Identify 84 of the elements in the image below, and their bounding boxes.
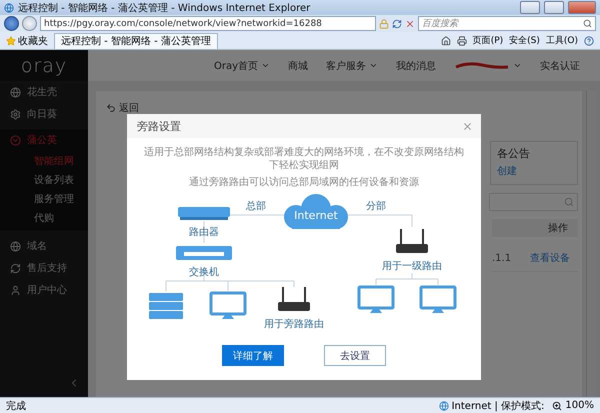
account-menu[interactable] — [454, 61, 522, 70]
browser-icon — [4, 2, 14, 12]
wifi-router-drawing — [396, 229, 428, 253]
monitor-drawing — [420, 286, 456, 313]
sidebar-item[interactable]: 花生壳 — [0, 81, 88, 103]
connector-line — [376, 272, 438, 286]
column-header: 操作 — [548, 222, 568, 235]
server-drawing — [149, 293, 183, 319]
search-icon[interactable] — [583, 19, 592, 28]
nav-link[interactable]: 商城 — [288, 58, 308, 72]
dialog-description: 适用于总部网络结构复杂或部署难度大的网络环境，在不改变原网络结构下轻松实现组网 — [143, 146, 465, 172]
stop-icon[interactable] — [405, 18, 415, 28]
chevron-down-icon — [261, 61, 270, 70]
refresh-icon — [10, 262, 21, 274]
dialog-description: 通过旁路路由可以访问总部局域网的任何设备和资源 — [189, 176, 419, 189]
nav-link[interactable]: Oray首页 — [214, 58, 270, 72]
zoom-icon — [552, 400, 562, 410]
zoom-level[interactable]: 100% — [552, 400, 594, 411]
security-zone: Internet | 保护模式: — [438, 398, 544, 412]
refresh-icon[interactable] — [392, 18, 402, 28]
gear-icon — [10, 108, 21, 120]
undo-icon — [106, 103, 116, 113]
router-drawing — [178, 207, 230, 220]
browser-tab[interactable]: 远程控制 - 智能网络 - 蒲公英管理 — [54, 32, 218, 48]
globe-icon — [438, 400, 449, 410]
favorites-button[interactable]: 收藏夹 — [6, 34, 48, 48]
view-devices-link[interactable]: 查看设备 — [530, 251, 570, 265]
home-icon[interactable] — [440, 36, 451, 46]
monitor-drawing — [210, 292, 246, 319]
toolbar-menu[interactable]: 页面(P) — [472, 34, 504, 47]
maximize-button[interactable] — [544, 1, 564, 14]
globe-icon — [10, 240, 21, 252]
forward-button[interactable] — [22, 16, 37, 31]
redaction-scribble — [454, 62, 510, 70]
nav-link[interactable]: 实名认证 — [540, 58, 580, 72]
back-button[interactable] — [4, 16, 19, 31]
close-icon[interactable] — [462, 120, 473, 132]
switch-drawing — [176, 246, 232, 260]
search-icon — [564, 197, 574, 207]
dialog-title: 旁路设置 — [137, 118, 181, 134]
device-label: 路由器 — [189, 227, 219, 238]
sidebar-item[interactable]: 用户中心 — [0, 279, 88, 301]
link-label: 分部 — [366, 201, 386, 212]
minimize-button[interactable] — [520, 1, 540, 14]
print-icon[interactable] — [456, 36, 467, 46]
chevron-down-icon — [513, 61, 522, 70]
nav-link[interactable]: 我的消息 — [396, 58, 436, 72]
help-icon[interactable] — [584, 36, 594, 46]
wifi-router-drawing — [278, 287, 310, 311]
notice-title: 各公告 — [497, 146, 531, 161]
status-text: 完成 — [6, 400, 26, 412]
search-field[interactable]: 百度搜索 — [418, 16, 596, 31]
back-link[interactable]: 返回 — [106, 101, 139, 115]
lock-icon — [379, 18, 389, 28]
close-button[interactable] — [568, 1, 596, 14]
address-field[interactable]: https://pgy.oray.com/console/network/view?networkid=16288 — [40, 16, 376, 31]
logo[interactable]: oray — [0, 50, 88, 81]
sidebar-subitem[interactable]: 代购 — [0, 208, 88, 227]
table-cell: .1.1 — [492, 252, 512, 264]
globe-icon — [10, 86, 21, 98]
learn-more-button[interactable]: 详细了解 — [222, 345, 284, 366]
device-label: 用于一级路由 — [382, 261, 442, 272]
sidebar-item[interactable]: 域名 — [0, 235, 88, 257]
star-icon — [6, 36, 16, 46]
cloud-label: Internet — [294, 209, 338, 222]
chevron-down-icon — [369, 61, 378, 70]
sidebar-item[interactable]: 向日葵 — [0, 103, 88, 125]
toolbar-menu[interactable]: 工具(O) — [546, 34, 578, 47]
create-link[interactable]: 创建 — [497, 164, 571, 178]
search-field[interactable] — [489, 193, 578, 211]
sidebar-item[interactable]: 售后支持 — [0, 257, 88, 279]
toolbar-menu[interactable]: 安全(S) — [509, 34, 540, 47]
settings-button[interactable]: 去设置 — [324, 345, 386, 366]
monitor-drawing — [358, 286, 394, 313]
cloud-drawing — [284, 194, 348, 229]
sidebar-subitem[interactable]: 服务管理 — [0, 189, 88, 208]
nav-link[interactable]: 客户服务 — [326, 58, 378, 72]
device-label: 交换机 — [189, 267, 219, 278]
user-icon — [10, 284, 21, 296]
sidebar-subitem[interactable]: 设备列表 — [0, 170, 88, 189]
link-label: 总部 — [246, 201, 266, 212]
device-label: 用于旁路路由 — [264, 319, 324, 330]
window-title: 远程控制 - 智能网络 - 蒲公英管理 - Windows Internet Explorer — [18, 2, 312, 14]
circle-chevron-icon — [10, 134, 21, 146]
